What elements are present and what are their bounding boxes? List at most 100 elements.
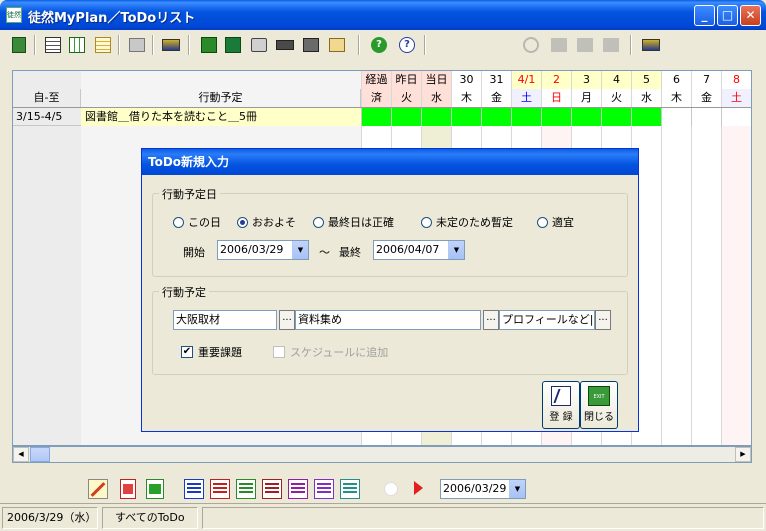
plan-field-1[interactable]: 大阪取材 [173,310,277,330]
scroll-thumb[interactable] [30,447,50,462]
progress-cell[interactable] [511,108,541,126]
start-date-select[interactable]: 2006/03/29 ▼ [217,240,309,260]
progress-cell[interactable] [481,108,511,126]
important-checkbox[interactable]: ✔ 重要課題 [181,344,242,360]
home-icon[interactable] [326,34,348,56]
view-layout-icon[interactable] [262,479,282,499]
day-header-weekday[interactable]: 火 [391,89,421,107]
add-to-schedule-checkbox[interactable]: スケジュールに追加 [273,344,388,360]
table-row[interactable]: 3/15-4/5 図書館＿借りた本を読むこと＿5冊 [13,107,751,126]
day-header-top[interactable]: 7 [691,71,721,89]
tape-icon[interactable] [274,34,296,56]
progress-cell[interactable] [691,108,721,126]
column-header-range[interactable]: 自-至 [13,89,81,107]
horizontal-scrollbar[interactable]: ◀ ▶ [12,446,752,463]
status-date: 2006/3/29（水） [2,507,98,529]
holiday-icon[interactable] [222,34,244,56]
day-header-top[interactable]: 31 [481,71,511,89]
day-header-top[interactable]: 昨日 [391,71,421,89]
radio-this-day[interactable]: この日 [173,214,221,230]
register-button[interactable]: 登 録 [542,381,580,429]
context-help-icon[interactable]: ? [396,34,418,56]
calendar-month-icon[interactable] [92,34,114,56]
progress-cell[interactable] [421,108,451,126]
end-date-select[interactable]: 2006/04/07 ▼ [373,240,465,260]
pencil-icon[interactable] [88,479,108,499]
day-header-top[interactable]: 8 [721,71,751,89]
day-header-weekday[interactable]: 木 [451,89,481,107]
day-header-weekday[interactable]: 土 [511,89,541,107]
todo-filter-icon[interactable] [146,479,164,499]
timer-icon[interactable] [520,34,542,56]
calendar-week-icon[interactable] [66,34,88,56]
day-header-weekday[interactable]: 日 [541,89,571,107]
close-dialog-button[interactable]: EXIT 閉じる [580,381,618,429]
day-header-weekday[interactable]: 火 [601,89,631,107]
progress-cell[interactable] [451,108,481,126]
radio-tentative[interactable]: 未定のため暫定 [421,214,513,230]
day-header-top[interactable]: 経過 [361,71,391,89]
search-icon[interactable] [248,34,270,56]
scroll-right-button[interactable]: ▶ [735,447,751,462]
progress-cell[interactable] [361,108,391,126]
play-icon[interactable] [414,481,423,495]
important-filter-icon[interactable] [120,479,136,499]
view-layout-icon[interactable] [288,479,308,499]
day-header-weekday[interactable]: 木 [661,89,691,107]
view-layout-icon[interactable] [184,479,204,499]
help-icon[interactable]: ? [368,34,390,56]
maximize-button[interactable]: □ [717,5,738,26]
tools-icon[interactable] [574,34,596,56]
minimize-button[interactable]: _ [694,5,715,26]
day-header-weekday[interactable]: 金 [481,89,511,107]
progress-cell[interactable] [631,108,661,126]
grid-view-icon[interactable] [126,34,148,56]
day-header-top[interactable]: 4 [601,71,631,89]
progress-cell[interactable] [571,108,601,126]
status-empty-panel [202,507,764,529]
crown-alt-icon[interactable] [640,34,662,56]
transfer-icon[interactable] [600,34,622,56]
day-header-top[interactable]: 5 [631,71,661,89]
day-header-weekday[interactable]: 済 [361,89,391,107]
column-header-plan[interactable]: 行動予定 [81,89,361,107]
plan-field-1-browse-button[interactable]: ... [279,310,295,330]
scroll-left-button[interactable]: ◀ [13,447,29,462]
gift-icon[interactable] [548,34,570,56]
circle-icon[interactable] [384,482,398,496]
bottom-date-select[interactable]: 2006/03/29 ▼ [440,479,526,499]
plan-field-2-browse-button[interactable]: ... [483,310,499,330]
plan-field-3-browse-button[interactable]: ... [595,310,611,330]
day-header-weekday[interactable]: 水 [631,89,661,107]
print-icon[interactable] [300,34,322,56]
day-header-top[interactable]: 3 [571,71,601,89]
crown-icon[interactable] [160,34,182,56]
exit-icon[interactable] [8,34,30,56]
progress-cell[interactable] [541,108,571,126]
day-header-top[interactable]: 2 [541,71,571,89]
progress-cell[interactable] [391,108,421,126]
plan-field-3[interactable]: プロフィールなど| [499,310,595,330]
radio-as-needed[interactable]: 適宜 [537,214,574,230]
view-layout-icon[interactable] [236,479,256,499]
close-window-button[interactable]: ✕ [740,5,761,26]
radio-approximate[interactable]: おおよそ [237,214,296,230]
day-header-weekday[interactable]: 水 [421,89,451,107]
day-header-top[interactable]: 当日 [421,71,451,89]
calendar-day-icon[interactable] [42,34,64,56]
day-header-top[interactable]: 30 [451,71,481,89]
progress-cell[interactable] [661,108,691,126]
view-layout-icon[interactable] [314,479,334,499]
view-layout-icon[interactable] [210,479,230,499]
schedule-entry-icon[interactable] [198,34,220,56]
day-header-weekday[interactable]: 金 [691,89,721,107]
radio-final-exact[interactable]: 最終日は正確 [313,214,394,230]
progress-cell[interactable] [601,108,631,126]
view-layout-icon[interactable] [340,479,360,499]
day-header-top[interactable]: 6 [661,71,691,89]
plan-field-2[interactable]: 資料集め [295,310,481,330]
day-header-top[interactable]: 4/1 [511,71,541,89]
progress-cell[interactable] [721,108,751,126]
day-header-weekday[interactable]: 土 [721,89,751,107]
day-header-weekday[interactable]: 月 [571,89,601,107]
